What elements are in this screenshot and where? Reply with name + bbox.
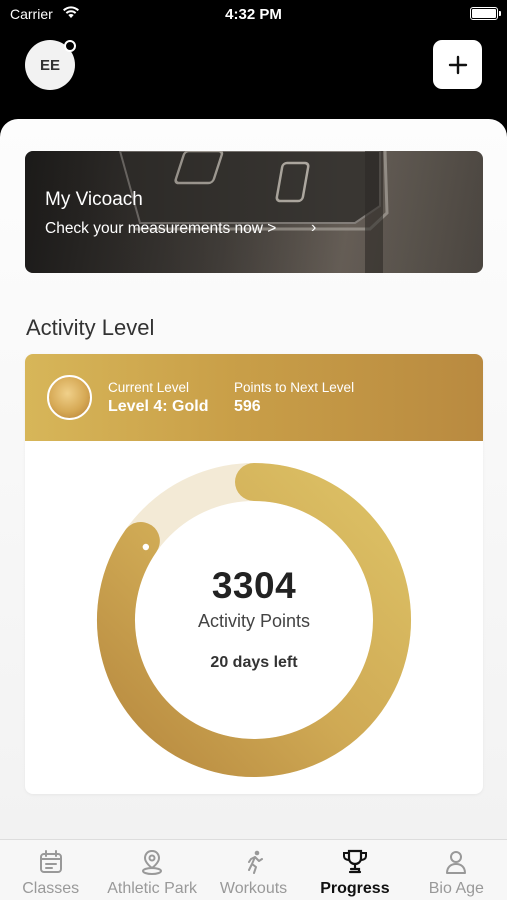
tab-athletic-park[interactable]: Athletic Park: [101, 840, 202, 900]
tab-classes[interactable]: Classes: [0, 840, 101, 900]
tab-label: Athletic Park: [107, 880, 198, 897]
gold-medal-icon: [47, 375, 92, 420]
tab-bar: Classes Athletic Park Workouts Progress …: [0, 839, 507, 900]
vicoach-card[interactable]: My Vicoach Check your measurements now >…: [25, 151, 483, 273]
points-label: Activity Points: [197, 611, 311, 631]
clock: 4:32 PM: [225, 6, 282, 23]
points-value: 3304: [211, 565, 297, 606]
person-icon: [446, 851, 467, 874]
avatar-initials: EE: [39, 56, 60, 74]
runner-icon: [247, 850, 263, 874]
card-overlay: [25, 151, 483, 273]
tab-label: Progress: [320, 880, 390, 897]
vicoach-title: My Vicoach: [45, 189, 143, 210]
location-pin-icon: [142, 849, 163, 875]
activity-card[interactable]: Current Level Level 4: Gold Points to Ne…: [25, 354, 483, 794]
vicoach-subtitle: Check your measurements now >: [45, 220, 277, 237]
tab-workouts[interactable]: Workouts: [203, 840, 304, 900]
next-level-value: 596: [234, 398, 261, 415]
days-left: 20 days left: [210, 654, 298, 671]
calendar-icon: [39, 850, 62, 873]
level-header: Current Level Level 4: Gold Points to Ne…: [25, 354, 483, 441]
tab-progress[interactable]: Progress: [304, 840, 405, 900]
section-title: Activity Level: [26, 315, 155, 340]
tab-label: Bio Age: [428, 880, 484, 897]
plus-icon: [448, 55, 467, 74]
chevron-right-icon: ›: [311, 219, 317, 236]
notification-dot: [64, 40, 76, 52]
current-level-value: Level 4: Gold: [108, 398, 209, 415]
tab-label: Classes: [22, 880, 80, 897]
ring-center: 3304 Activity Points 20 days left: [95, 461, 413, 779]
tab-bio-age[interactable]: Bio Age: [406, 840, 507, 900]
add-button[interactable]: [433, 40, 482, 89]
next-level-caption: Points to Next Level: [234, 380, 355, 395]
battery-icon: [470, 7, 501, 20]
avatar[interactable]: EE: [25, 40, 76, 90]
current-level-caption: Current Level: [108, 380, 190, 395]
status-bar: Carrier 4:32 PM: [0, 0, 507, 28]
tab-label: Workouts: [219, 880, 288, 897]
progress-ring: 3304 Activity Points 20 days left: [95, 461, 413, 779]
content-panel: My Vicoach Check your measurements now >…: [0, 119, 507, 844]
trophy-icon: [342, 849, 367, 874]
